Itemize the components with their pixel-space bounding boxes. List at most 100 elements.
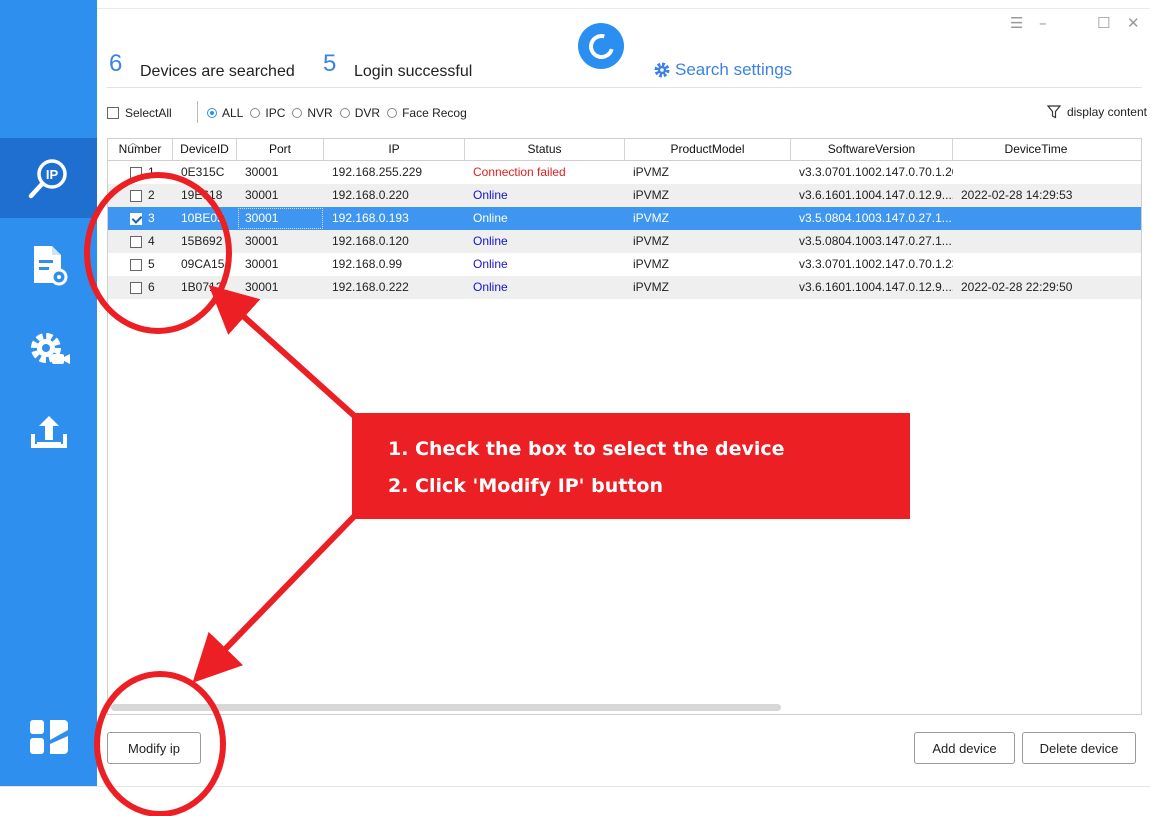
row-checkbox[interactable] xyxy=(130,189,142,202)
col-deviceid[interactable]: DeviceID xyxy=(173,139,237,160)
radio-nvr-label[interactable]: NVR xyxy=(307,106,332,120)
display-content-button[interactable]: display content xyxy=(1046,105,1147,119)
table-row[interactable]: 2 19E618 30001 192.168.0.220 Online iPVM… xyxy=(108,184,1141,207)
close-icon[interactable]: ✕ xyxy=(1127,14,1140,32)
row-number-cell: 1 xyxy=(108,161,173,184)
row-checkbox[interactable] xyxy=(130,235,142,248)
row-status: Online xyxy=(473,211,508,225)
row-number: 4 xyxy=(148,234,155,248)
devices-label: Devices are searched xyxy=(140,63,295,80)
sidebar-item-upload[interactable] xyxy=(0,392,97,472)
instruction-step-2: 2. Click 'Modify IP' button xyxy=(388,475,663,497)
row-number: 5 xyxy=(148,257,155,271)
col-status[interactable]: Status xyxy=(465,139,625,160)
row-port: 30001 xyxy=(237,207,324,230)
row-ip: 192.168.0.99 xyxy=(332,257,403,271)
gear-icon xyxy=(654,62,670,78)
row-model: iPVMZ xyxy=(633,257,669,271)
sort-caret-icon: ︿ xyxy=(128,138,138,149)
divider xyxy=(107,87,1142,88)
modify-ip-button[interactable]: Modify ip xyxy=(107,732,201,764)
row-deviceid: 1B0712 xyxy=(181,280,223,294)
filter-bar: SelectAll ALL IPC NVR DVR Face Recog dis… xyxy=(107,101,1147,123)
sidebar-item-documents[interactable] xyxy=(0,225,97,305)
row-checkbox[interactable] xyxy=(130,166,142,179)
row-time xyxy=(953,207,1119,230)
radio-face-recog[interactable] xyxy=(387,108,398,118)
main-panel: ☰ – ☐ ✕ 6 Devices are searched 5 Login s… xyxy=(97,0,1150,786)
radio-dvr-label[interactable]: DVR xyxy=(355,106,380,120)
app-logo xyxy=(0,697,97,777)
upload-icon xyxy=(30,416,67,448)
table-row[interactable]: 5 09CA15 30001 192.168.0.99 Online iPVMZ… xyxy=(108,253,1141,276)
radio-all-label[interactable]: ALL xyxy=(222,106,243,120)
table-row-selected[interactable]: 3 10BE05 30001 192.168.0.193 Online iPVM… xyxy=(108,207,1141,230)
row-ip: 192.168.255.229 xyxy=(332,165,423,179)
row-port: 30001 xyxy=(245,234,279,248)
menu-icon[interactable]: ☰ xyxy=(1010,14,1023,32)
minimize-icon[interactable]: – xyxy=(1039,14,1047,32)
instruction-callout: 1. Check the box to select the device 2.… xyxy=(352,413,910,519)
radio-face-recog-label[interactable]: Face Recog xyxy=(402,106,467,120)
col-softwareversion[interactable]: SoftwareVersion xyxy=(791,139,953,160)
ip-search-icon: IP xyxy=(28,159,67,199)
radio-ipc-label[interactable]: IPC xyxy=(265,106,285,120)
row-software: v3.5.0804.1003.147.0.27.1... xyxy=(799,234,952,248)
row-number-cell: 4 xyxy=(108,230,173,253)
col-devicetime[interactable]: DeviceTime xyxy=(953,139,1119,160)
row-number-cell: 6 xyxy=(108,276,173,299)
search-settings-link[interactable]: Search settings xyxy=(654,60,792,80)
sidebar-item-camera-settings[interactable] xyxy=(0,310,97,390)
row-software: v3.6.1601.1004.147.0.12.9.... xyxy=(799,188,953,202)
row-number-cell: 3 xyxy=(108,207,173,230)
row-model: iPVMZ xyxy=(633,234,669,248)
display-content-label: display content xyxy=(1066,105,1147,119)
sidebar: IP xyxy=(0,0,97,786)
search-icon xyxy=(584,29,619,64)
row-status: Online xyxy=(473,188,508,202)
row-status: Online xyxy=(473,280,508,294)
row-port: 30001 xyxy=(245,257,279,271)
row-software: v3.3.0701.1002.147.0.70.1.23 xyxy=(799,257,953,271)
row-number: 1 xyxy=(148,165,155,179)
search-button[interactable] xyxy=(578,23,624,69)
row-deviceid: 09CA15 xyxy=(181,257,225,271)
col-productmodel[interactable]: ProductModel xyxy=(625,139,791,160)
table-row[interactable]: 6 1B0712 30001 192.168.0.222 Online iPVM… xyxy=(108,276,1141,299)
delete-device-button[interactable]: Delete device xyxy=(1022,732,1136,764)
login-label: Login successful xyxy=(354,63,473,80)
row-ip: 192.168.0.193 xyxy=(332,211,409,225)
top-border xyxy=(97,8,1150,9)
row-port: 30001 xyxy=(245,165,279,179)
add-device-button[interactable]: Add device xyxy=(914,732,1015,764)
col-port[interactable]: Port xyxy=(237,139,324,160)
table-header: ︿ Number DeviceID Port IP Status Product… xyxy=(108,139,1141,161)
row-checkbox[interactable] xyxy=(130,258,142,271)
login-count: 5 xyxy=(323,50,337,77)
row-model: iPVMZ xyxy=(633,280,669,294)
select-all[interactable]: SelectAll xyxy=(107,106,172,120)
device-type-filter: ALL IPC NVR DVR Face Recog xyxy=(207,106,467,120)
col-number[interactable]: ︿ Number xyxy=(108,139,173,160)
row-status: Online xyxy=(473,257,508,271)
radio-nvr[interactable] xyxy=(292,108,303,118)
maximize-icon[interactable]: ☐ xyxy=(1097,14,1110,32)
row-checkbox[interactable] xyxy=(130,281,142,294)
row-status: Connection failed xyxy=(473,165,566,179)
col-ip[interactable]: IP xyxy=(324,139,465,160)
select-all-checkbox[interactable] xyxy=(107,107,119,119)
table-row[interactable]: 1 0E315C 30001 192.168.255.229 Connectio… xyxy=(108,161,1141,184)
row-model: iPVMZ xyxy=(633,211,669,225)
horizontal-scrollbar[interactable] xyxy=(111,704,781,711)
filter-icon xyxy=(1046,105,1061,119)
sidebar-item-ip-search[interactable]: IP xyxy=(0,138,97,218)
row-checkbox-checked[interactable] xyxy=(130,212,142,225)
table-row[interactable]: 4 15B692 30001 192.168.0.120 Online iPVM… xyxy=(108,230,1141,253)
select-all-label: SelectAll xyxy=(125,106,172,120)
row-model: iPVMZ xyxy=(633,188,669,202)
radio-dvr[interactable] xyxy=(339,108,350,118)
row-number-cell: 2 xyxy=(108,184,173,207)
radio-all[interactable] xyxy=(207,108,217,118)
devices-count: 6 xyxy=(109,50,123,77)
radio-ipc[interactable] xyxy=(250,108,261,118)
